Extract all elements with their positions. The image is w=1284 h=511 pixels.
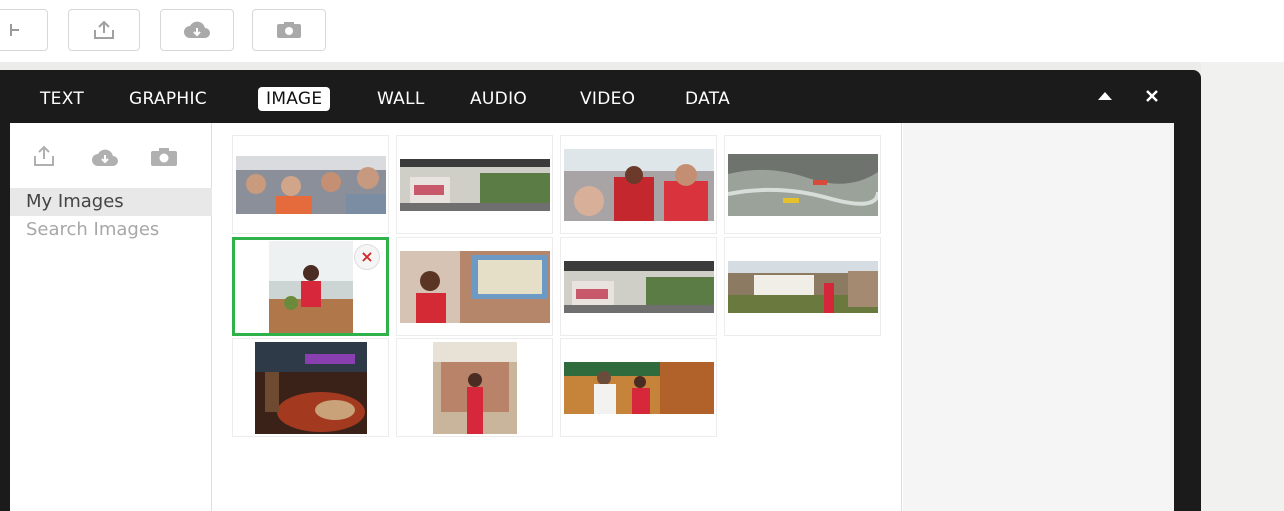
tab-bar: TEXT GRAPHIC IMAGE WALL AUDIO VIDEO DATA (0, 70, 1201, 123)
dialog-content: My Images Search Images × (10, 123, 1174, 511)
camera-button[interactable] (252, 9, 326, 51)
minimize-button[interactable] (1095, 86, 1115, 106)
sidebar-item-search-images[interactable]: Search Images (10, 216, 212, 244)
image-thumb-river-rafting[interactable] (724, 135, 881, 234)
upload-icon[interactable] (32, 145, 56, 171)
upload-icon (94, 20, 114, 39)
image-thumb-parking-area[interactable] (396, 135, 553, 234)
media-dialog: TEXT GRAPHIC IMAGE WALL AUDIO VIDEO DATA (0, 70, 1201, 511)
image-gallery: × (212, 123, 902, 511)
image-thumb-group-selfie-car[interactable] (232, 135, 389, 234)
tab-image[interactable]: IMAGE (258, 87, 331, 111)
camera-icon[interactable] (150, 147, 178, 171)
cloud-download-icon[interactable] (90, 147, 120, 171)
image-thumb-woman-red-dress-table[interactable]: × (232, 237, 389, 336)
image-thumb-casino-floor[interactable] (232, 338, 389, 437)
sidebar-item-my-images[interactable]: My Images (10, 188, 212, 216)
image-thumb-woman-with-map[interactable] (396, 237, 553, 336)
tab-audio[interactable]: AUDIO (470, 87, 527, 111)
close-icon (1146, 90, 1158, 102)
triangle-up-icon (1098, 92, 1112, 100)
image-thumb-parking-area-2[interactable] (560, 237, 717, 336)
camera-icon (277, 22, 301, 38)
delete-image-button[interactable]: × (354, 244, 380, 270)
upload-button[interactable] (68, 9, 140, 51)
image-thumb-group-selfie-red[interactable] (560, 135, 717, 234)
image-thumb-couple-mural[interactable] (560, 338, 717, 437)
close-button[interactable] (1142, 86, 1162, 106)
cloud-download-button[interactable] (160, 9, 234, 51)
background-area (1201, 62, 1284, 511)
split-icon (10, 24, 19, 36)
cloud-download-icon (184, 21, 210, 38)
image-sidebar: My Images Search Images (10, 123, 212, 511)
tab-text[interactable]: TEXT (40, 87, 84, 111)
tab-wall[interactable]: WALL (377, 87, 425, 111)
tab-graphic[interactable]: GRAPHIC (129, 87, 207, 111)
image-thumb-school-sign[interactable] (724, 237, 881, 336)
top-toolbar (0, 0, 1284, 62)
tab-video[interactable]: VIDEO (580, 87, 635, 111)
image-detail-panel (903, 123, 1174, 511)
image-thumb-woman-red-poster[interactable] (396, 338, 553, 437)
sidebar-actions (32, 145, 202, 169)
partial-button[interactable] (0, 9, 48, 51)
tab-data[interactable]: DATA (685, 87, 730, 111)
